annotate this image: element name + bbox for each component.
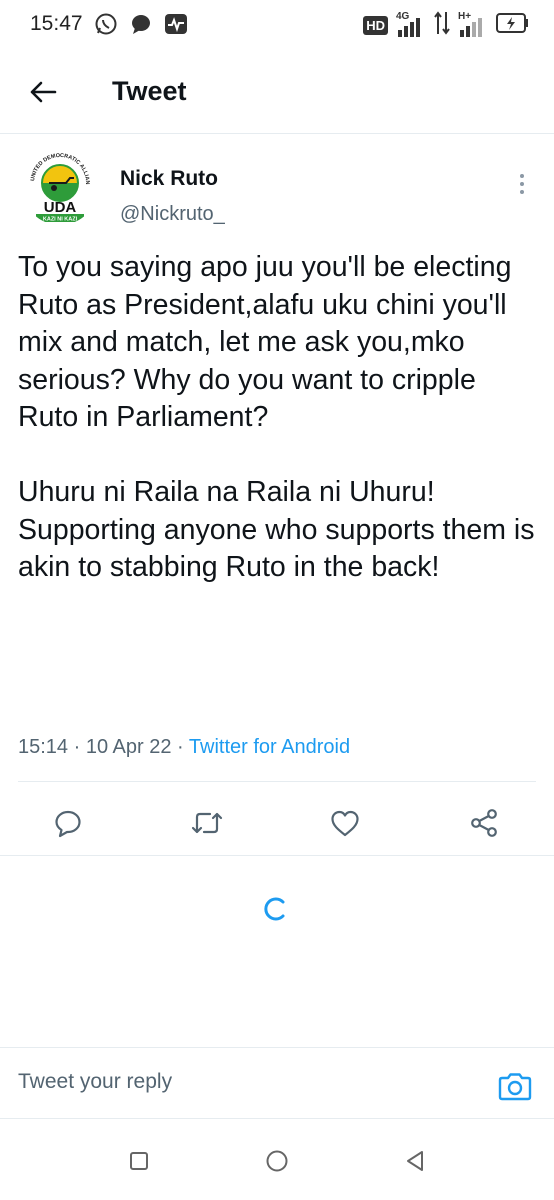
activity-icon: [164, 13, 188, 40]
share-icon: [469, 808, 499, 843]
tweet-meta: 15:14 · 10 Apr 22 · Twitter for Android: [18, 736, 350, 759]
status-time: 15:47: [30, 12, 83, 35]
uda-logo: UNITED DEMOCRATIC ALLIANCE UDA KAZI NI K…: [22, 149, 90, 223]
more-options-button[interactable]: [512, 169, 532, 199]
triangle-back-icon: [404, 1149, 426, 1178]
back-button[interactable]: [22, 74, 64, 114]
reply-bar: [0, 1047, 554, 1119]
whatsapp-icon: [94, 12, 118, 41]
home-button[interactable]: [262, 1148, 292, 1178]
author-name[interactable]: Nick Ruto: [120, 167, 218, 191]
app-header: Tweet: [0, 52, 554, 134]
signal-hplus-icon: H+: [458, 11, 488, 39]
recents-button[interactable]: [124, 1148, 154, 1178]
more-vertical-icon: [520, 174, 524, 178]
square-icon: [129, 1151, 149, 1176]
divider: [0, 855, 554, 856]
page-title: Tweet: [112, 76, 187, 106]
camera-button[interactable]: [498, 1070, 532, 1102]
loading-spinner: [262, 895, 290, 923]
reply-icon: [53, 808, 83, 843]
meta-separator: ·: [73, 736, 81, 758]
system-nav-bar: [0, 1120, 554, 1200]
nav-back-button[interactable]: [400, 1148, 430, 1178]
circle-icon: [265, 1149, 289, 1178]
avatar-logo-text: UDA: [44, 199, 77, 216]
camera-icon: [498, 1073, 532, 1106]
tweet-text: To you saying apo juu you'll be electing…: [18, 251, 535, 583]
battery-charging-icon: [496, 12, 530, 39]
data-arrows-icon: [434, 10, 450, 41]
chat-bubble-icon: [130, 13, 152, 40]
spinner-icon: [262, 897, 290, 927]
tweet-date: 10 Apr 22: [85, 736, 172, 758]
tweet-actions: [0, 795, 554, 855]
meta-separator: ·: [177, 736, 184, 758]
status-bar: 15:47 HD 4G H+: [0, 0, 554, 52]
reply-input[interactable]: [18, 1070, 478, 1094]
hd-icon: HD: [363, 16, 388, 35]
retweet-icon: [189, 808, 225, 843]
reply-button[interactable]: [46, 805, 90, 845]
tweet-source-link[interactable]: Twitter for Android: [189, 736, 350, 758]
like-button[interactable]: [323, 805, 367, 845]
avatar-motto: KAZI NI KAZI: [43, 217, 78, 223]
tweet-time: 15:14: [18, 736, 69, 758]
signal-4g-icon: 4G: [396, 11, 426, 39]
share-button[interactable]: [462, 805, 506, 845]
avatar[interactable]: UNITED DEMOCRATIC ALLIANCE UDA KAZI NI K…: [22, 149, 98, 225]
arrow-left-icon: [29, 80, 57, 109]
divider: [18, 781, 536, 782]
like-icon: [329, 808, 361, 843]
author-handle[interactable]: @Nickruto_: [120, 203, 225, 226]
retweet-button[interactable]: [185, 805, 229, 845]
